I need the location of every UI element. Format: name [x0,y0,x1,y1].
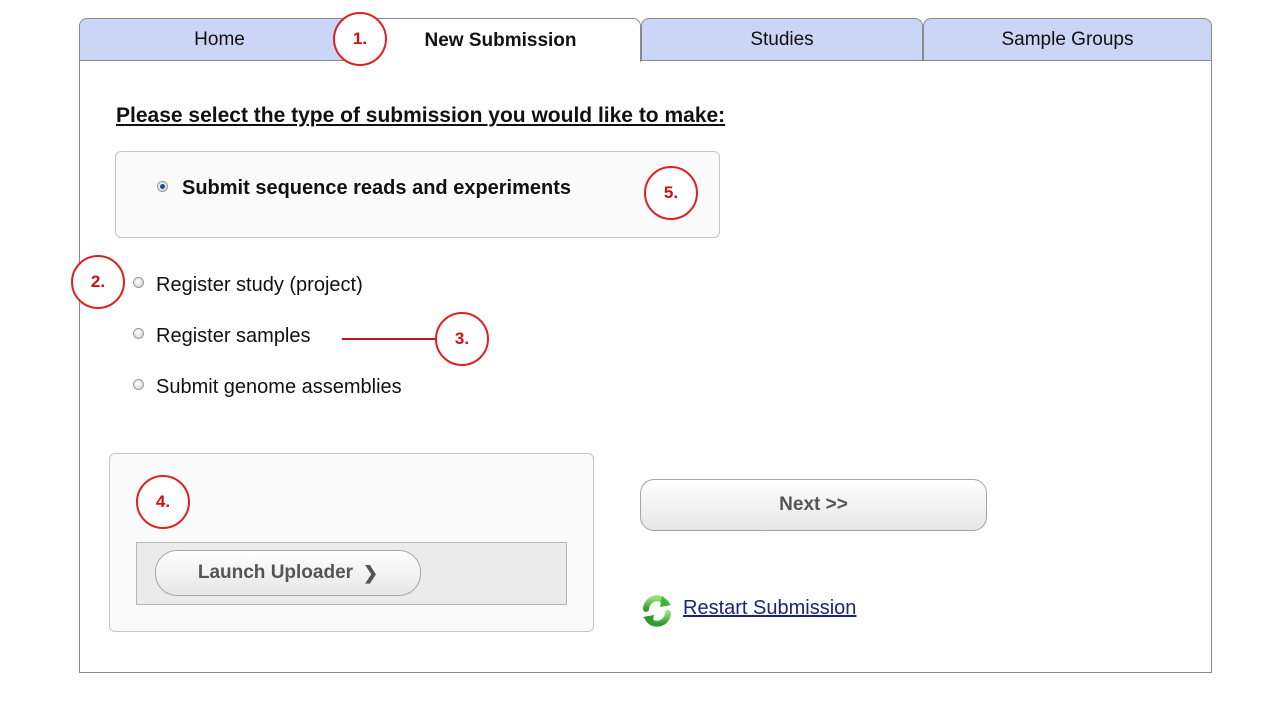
callout-1: 1. [333,12,387,66]
next-button[interactable]: Next >> [640,479,987,531]
option-label-submit-reads[interactable]: Submit sequence reads and experiments [182,177,571,200]
page-heading: Please select the type of submission you… [116,104,726,127]
launch-uploader-label: Launch Uploader [197,562,354,583]
radio-submit-assemblies[interactable] [133,379,144,390]
restart-submission-link[interactable]: Restart Submission [683,597,856,620]
refresh-icon[interactable] [640,594,674,628]
next-button-label: Next >> [779,494,848,515]
tab-studies[interactable]: Studies [641,18,923,60]
callout-4: 4. [136,475,190,529]
radio-register-samples[interactable] [133,328,144,339]
callout-5: 5. [644,166,698,220]
tab-new-submission[interactable]: New Submission [360,18,641,62]
tab-sample-groups[interactable]: Sample Groups [923,18,1212,60]
chevron-right-icon: ❯ [363,562,379,583]
callout-2: 2. [71,255,125,309]
callout-3: 3. [435,312,489,366]
radio-register-study[interactable] [133,277,144,288]
launch-uploader-button[interactable]: Launch Uploader ❯ [155,550,421,596]
radio-submit-reads[interactable] [157,181,168,192]
option-label-submit-assemblies[interactable]: Submit genome assemblies [156,376,402,399]
option-label-register-samples[interactable]: Register samples [156,325,311,348]
tab-home[interactable]: Home [79,18,360,60]
callout-3-line [342,338,436,340]
option-label-register-study[interactable]: Register study (project) [156,274,363,297]
